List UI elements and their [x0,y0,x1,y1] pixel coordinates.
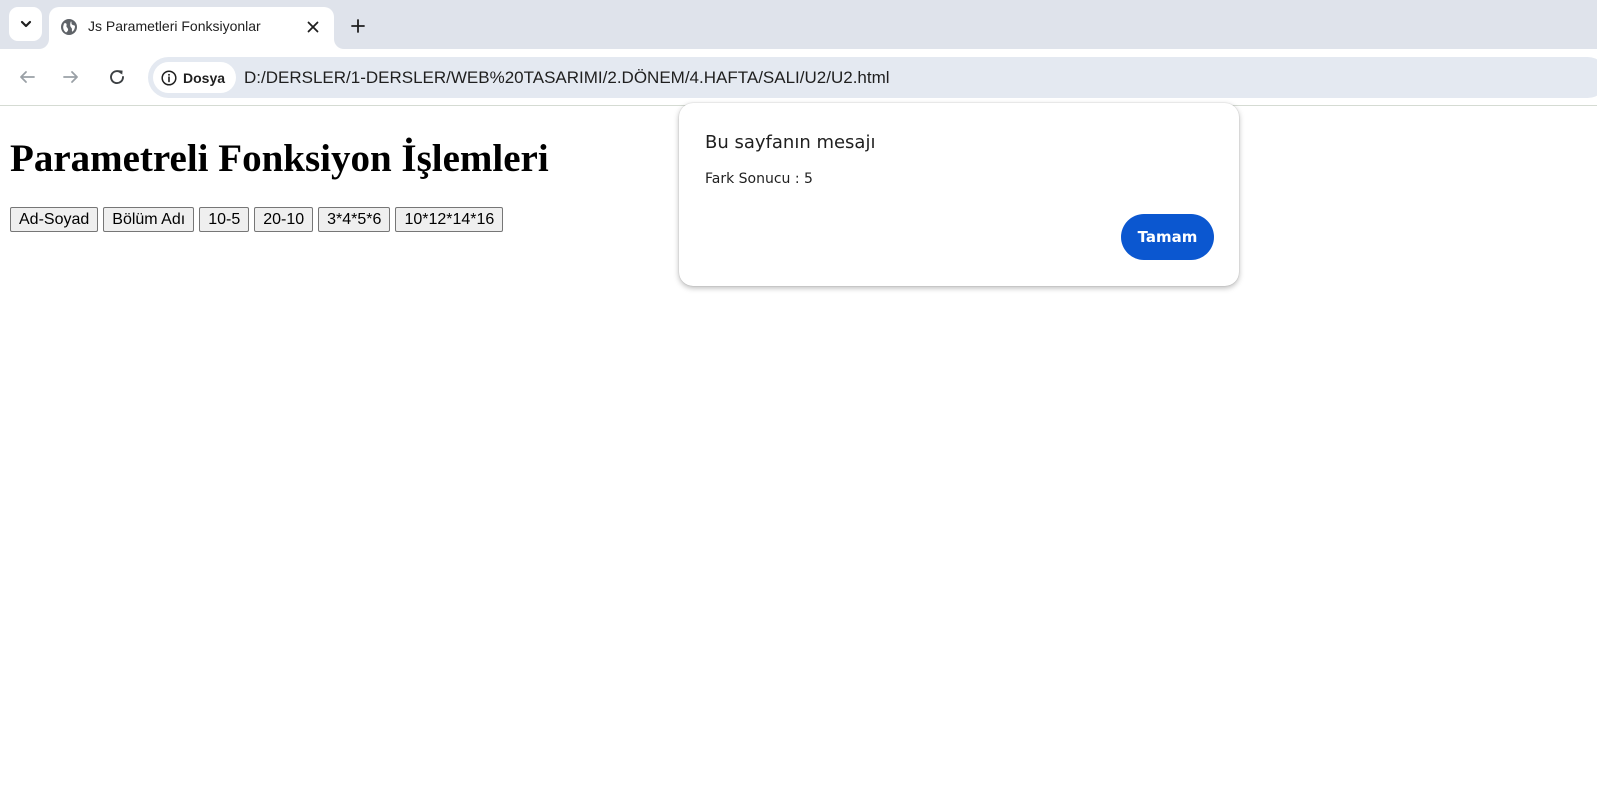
tab-strip: Js Parametleri Fonksiyonlar [0,0,1597,49]
tab-title: Js Parametleri Fonksiyonlar [88,18,261,34]
subtract-20-10-button[interactable]: 20-10 [254,207,314,232]
tab-search-button[interactable] [9,7,42,41]
alert-dialog: Bu sayfanın mesajı Fark Sonucu : 5 Tamam [679,103,1239,286]
subtract-10-5-button[interactable]: 10-5 [199,207,250,232]
browser-toolbar: Dosya D:/DERSLER/1-DERSLER/WEB%20TASARIM… [0,49,1597,106]
multiply-10-12-14-16-button[interactable]: 10*12*14*16 [395,207,504,232]
close-icon [307,21,319,33]
reload-icon [110,70,124,85]
bolum-adi-button[interactable]: Bölüm Adı [103,207,195,232]
page-heading: Parametreli Fonksiyon İşlemleri [10,137,549,180]
ad-soyad-button[interactable]: Ad-Soyad [10,207,99,232]
dialog-message: Fark Sonucu : 5 [705,171,813,187]
new-tab-button[interactable] [344,12,372,40]
chevron-down-icon [20,20,31,28]
arrow-left-icon [20,71,35,83]
info-icon [161,69,177,86]
globe-icon [61,19,77,35]
site-info-chip[interactable]: Dosya [153,62,237,93]
address-bar[interactable]: Dosya D:/DERSLER/1-DERSLER/WEB%20TASARIM… [148,57,1597,98]
dialog-title: Bu sayfanın mesajı [705,132,876,153]
multiply-3-4-5-6-button[interactable]: 3*4*5*6 [318,207,391,232]
url-text[interactable]: D:/DERSLER/1-DERSLER/WEB%20TASARIMI/2.DÖ… [244,68,890,88]
ok-button[interactable]: Tamam [1121,214,1214,260]
button-row: Ad-Soyad Bölüm Adı 10-5 20-10 3*4*5*6 10… [10,207,504,232]
forward-button[interactable] [57,63,85,91]
arrow-right-icon [63,71,78,83]
site-chip-label: Dosya [183,69,226,86]
tab-close-button[interactable] [302,16,324,38]
reload-button[interactable] [103,63,131,91]
back-button[interactable] [13,63,41,91]
plus-icon [351,19,365,33]
tab-active[interactable]: Js Parametleri Fonksiyonlar [49,7,334,49]
